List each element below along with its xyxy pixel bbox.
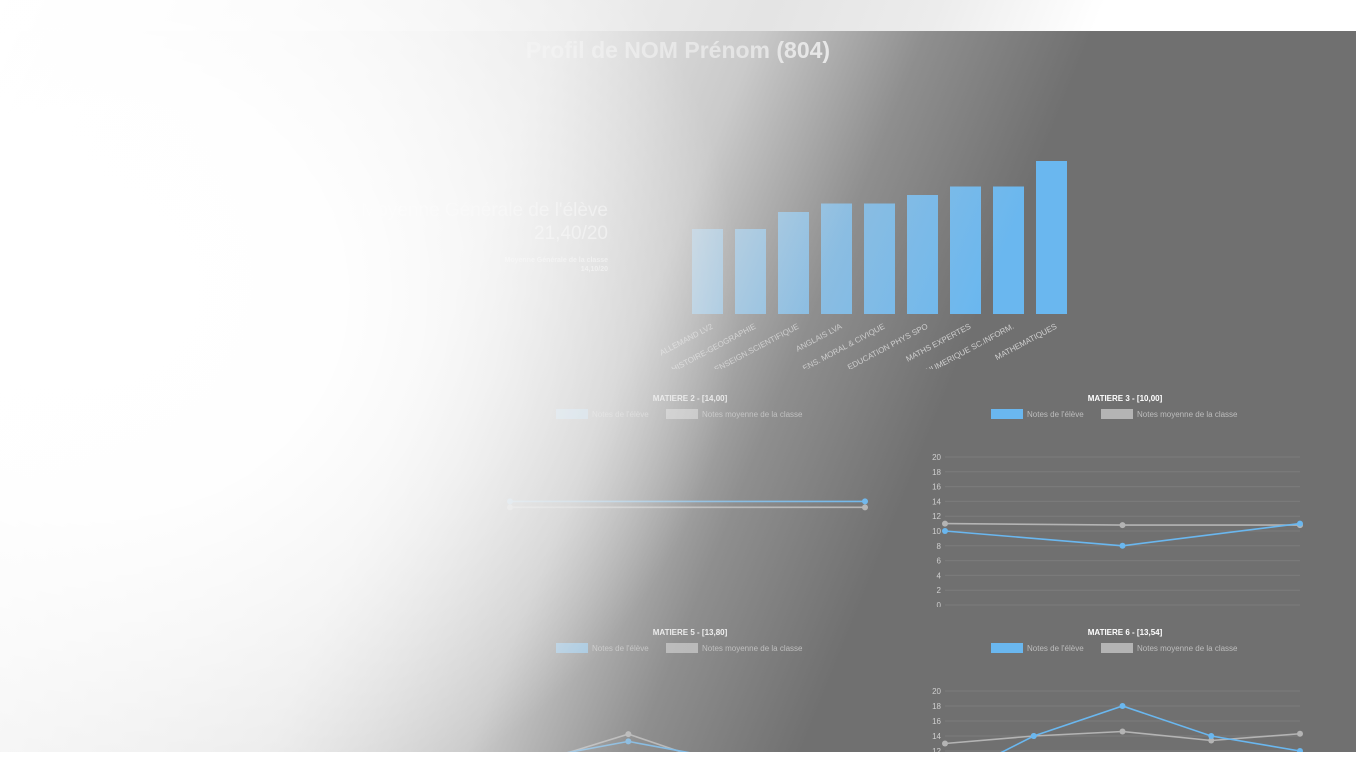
line-chart-matiere-5: MATIERE 5 - [13,80] Notes de l'élève Notes…	[556, 628, 803, 752]
bar	[735, 229, 766, 314]
bar	[993, 186, 1024, 314]
legend-label-class: Notes moyenne de la classe	[1137, 410, 1238, 419]
student-point	[507, 498, 513, 505]
class-point	[1119, 728, 1126, 735]
class-point	[507, 504, 513, 511]
bottom-margin	[0, 752, 1366, 768]
line-chart-matiere-2: MATIERE 2 - [14,00] Notes de l'élève Notes…	[507, 394, 868, 511]
y-tick-label: 12	[932, 512, 941, 521]
y-tick-label: 16	[932, 483, 941, 492]
bar	[907, 195, 938, 314]
class-average-label: Moyenne Générale de la classe	[504, 257, 609, 264]
legend-swatch-student	[991, 643, 1023, 653]
y-tick-label: 8	[937, 542, 942, 551]
student-point	[625, 738, 632, 745]
class-point	[625, 731, 632, 738]
y-tick-label: 0	[937, 601, 942, 607]
page-title: Profil de NOM Prénom (804)	[525, 37, 831, 63]
class-average-value: 14,10/20	[580, 266, 608, 273]
legend-swatch-class	[666, 643, 698, 653]
student-point	[1030, 733, 1037, 739]
legend-label-student: Notes de l'élève	[592, 410, 649, 419]
y-tick-label: 14	[932, 497, 941, 506]
class-point	[1119, 522, 1126, 529]
student-point	[942, 528, 948, 534]
y-tick-label: 16	[932, 717, 941, 726]
y-tick-label: 10	[932, 527, 941, 536]
legend-label-student: Notes de l'élève	[1027, 644, 1084, 653]
line-chart-matiere-6: MATIERE 6 - [13,54] Notes de l'élève Notes…	[932, 628, 1303, 752]
legend-label-class: Notes moyenne de la classe	[702, 410, 803, 419]
class-point	[862, 504, 868, 511]
dashboard-panel: Profil de NOM Prénom (804) Moyenne Génér…	[0, 31, 1356, 752]
chart-title: MATIERE 5 - [13,80]	[653, 628, 728, 637]
student-point	[1208, 733, 1215, 739]
y-tick-label: 18	[932, 702, 941, 711]
student-average-value: 21,40/20	[534, 223, 608, 244]
student-average: Moyenne Générale de l'élève 21,40/20	[288, 199, 608, 245]
bar	[864, 203, 895, 314]
class-line	[567, 733, 684, 752]
student-average-label: Moyenne Générale de l'élève	[361, 200, 608, 221]
legend-swatch-student	[991, 409, 1023, 419]
y-tick-label: 20	[932, 453, 941, 462]
class-average: Moyenne Générale de la classe 14,10/20	[408, 256, 609, 274]
y-tick-label: 20	[932, 687, 941, 696]
class-point	[942, 740, 948, 747]
bar-category-label: EDUCATION PHYS SPO	[846, 322, 929, 369]
y-tick-label: 4	[937, 571, 942, 580]
y-tick-label: 2	[937, 586, 942, 595]
student-point	[1119, 542, 1126, 549]
bar	[1036, 161, 1067, 314]
chart-title: MATIERE 3 - [10,00]	[1088, 394, 1163, 403]
bar	[692, 229, 723, 314]
legend-label-student: Notes de l'élève	[1027, 410, 1084, 419]
y-tick-label: 6	[937, 557, 942, 566]
class-point	[942, 520, 948, 527]
bar	[778, 212, 809, 314]
bar	[821, 203, 852, 314]
legend-swatch-student	[556, 409, 588, 419]
chart-title: MATIERE 2 - [14,00]	[653, 394, 728, 403]
legend-label-class: Notes moyenne de la classe	[1137, 644, 1238, 653]
subject-bar-chart: ALLEMAND LV2HISTOIRE-GEOGRAPHIEENSEIGN.S…	[658, 161, 1067, 369]
legend-swatch-class	[1101, 409, 1133, 419]
y-tick-label: 14	[932, 732, 941, 741]
legend-swatch-class	[1101, 643, 1133, 653]
student-point	[1297, 520, 1303, 527]
legend-label-class: Notes moyenne de la classe	[702, 644, 803, 653]
bar	[950, 186, 981, 314]
student-point	[1119, 703, 1126, 709]
line-chart-matiere-3: MATIERE 3 - [10,00] Notes de l'élève Notes…	[932, 394, 1303, 607]
legend-swatch-student	[556, 643, 588, 653]
class-point	[1297, 730, 1303, 737]
legend-label-student: Notes de l'élève	[592, 644, 649, 653]
legend-swatch-class	[666, 409, 698, 419]
student-point	[862, 498, 868, 505]
chart-title: MATIERE 6 - [13,54]	[1088, 628, 1163, 637]
y-tick-label: 18	[932, 468, 941, 477]
student-line	[566, 740, 691, 752]
